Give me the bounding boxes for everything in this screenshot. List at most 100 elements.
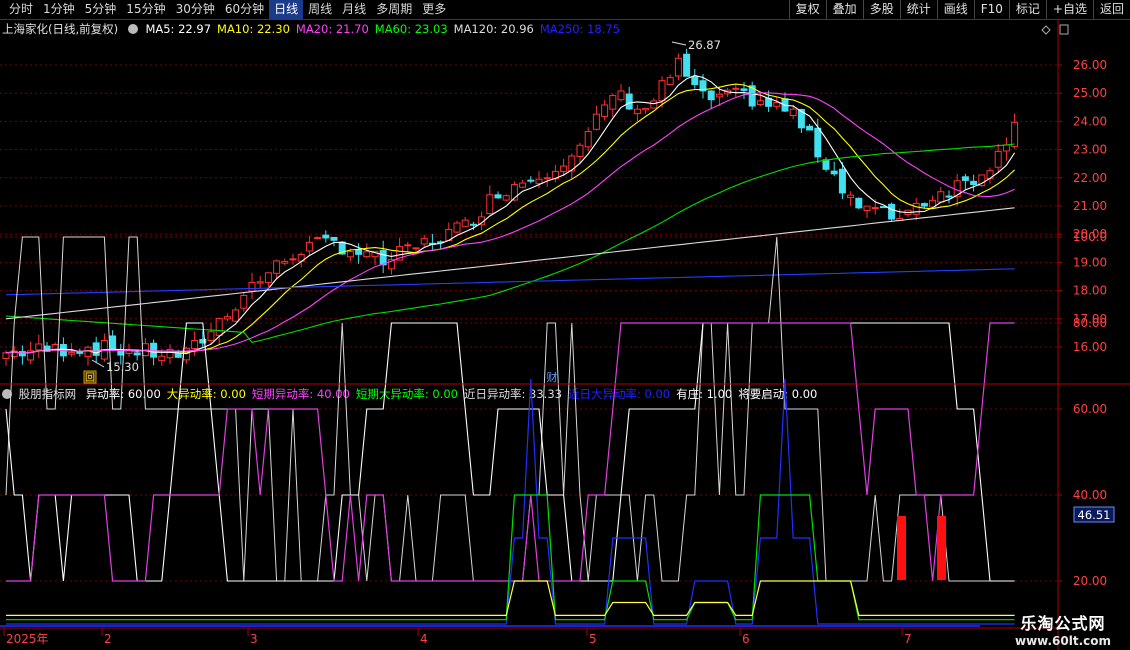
candle-body (141, 343, 149, 356)
candle-body (863, 205, 871, 212)
watermark: 乐淘公式网 www.60lt.com (1000, 614, 1126, 648)
candle-body (35, 343, 43, 351)
candle-body (822, 159, 830, 170)
candle-body (494, 194, 502, 199)
date-tick-label: 6 (742, 632, 750, 646)
candle-body (379, 250, 387, 266)
candle-body (543, 177, 551, 180)
start-signal-bar (897, 516, 906, 580)
ma120-line (5, 207, 1015, 320)
candle-body (76, 351, 84, 354)
candle-body (363, 251, 371, 258)
indicator-tick-label: 40.00 (1073, 488, 1107, 502)
date-tick-label: 2 (104, 632, 112, 646)
candle-body (970, 180, 978, 185)
candle-body (658, 80, 666, 102)
candle-body (666, 77, 674, 85)
recent-big-anomaly-line (6, 378, 1015, 625)
candle-body (642, 107, 650, 111)
candle-body (109, 335, 117, 351)
diamond-icon (1041, 25, 1051, 35)
candle-body (847, 194, 855, 199)
candle-body (2, 352, 10, 359)
candle-body (404, 244, 412, 247)
candle-body (527, 179, 535, 182)
candlestick-chart: 26.8715.30回财 (2, 38, 1019, 384)
price-tick-label: 26.00 (1073, 58, 1107, 72)
candle-body (355, 249, 363, 255)
ma5-line (5, 74, 1016, 355)
candle-body (584, 130, 592, 148)
ma60-line (5, 143, 1015, 344)
indicator-cursor-value: 46.51 (1078, 508, 1111, 522)
candle-body (461, 219, 469, 227)
candle-body (994, 150, 1002, 168)
short-term-big-anomaly-line (6, 494, 1015, 621)
watermark-title: 乐淘公式网 (1020, 614, 1106, 633)
candle-body (256, 281, 264, 284)
candle-body (625, 93, 633, 110)
candle-body (207, 331, 215, 341)
candle-body (912, 202, 920, 215)
ma10-line (5, 83, 1015, 354)
candle-body (871, 207, 879, 210)
candle-body (674, 57, 682, 77)
candle-body (715, 93, 723, 98)
moving-average-lines (5, 74, 1016, 355)
date-tick-label: 4 (420, 632, 428, 646)
candle-body (683, 53, 691, 77)
candle-body (879, 206, 887, 209)
candle-body (453, 222, 461, 233)
price-tick-label: 23.00 (1073, 143, 1107, 157)
price-tick-label: 22.00 (1073, 171, 1107, 185)
candle-body (240, 294, 248, 309)
candle-body (937, 191, 945, 203)
candle-body (314, 237, 322, 240)
candle-body (223, 316, 231, 320)
price-tick-label: 16.00 (1073, 340, 1107, 354)
event-marker-text: 回 (85, 372, 95, 384)
candle-body (84, 346, 92, 358)
candle-body (330, 236, 338, 241)
indicator-tick-label: 100.0 (1073, 230, 1107, 244)
candle-body (412, 247, 420, 250)
candle-body (888, 203, 896, 220)
window-icon (1059, 24, 1069, 35)
candle-body (264, 272, 272, 283)
candle-body (756, 100, 764, 106)
candle-body (740, 88, 748, 91)
candle-body (830, 170, 838, 175)
candle-body (814, 127, 822, 158)
candle-body (576, 144, 584, 157)
candle-body (117, 350, 125, 356)
candle-body (732, 87, 740, 90)
candle-body (158, 355, 166, 362)
candle-body (633, 108, 641, 115)
candle-body (1011, 121, 1019, 147)
price-tick-label: 19.00 (1073, 255, 1107, 269)
candle-body (68, 352, 76, 355)
candle-body (346, 251, 354, 258)
high-price-label: 26.87 (688, 38, 721, 52)
candle-body (773, 102, 781, 107)
date-tick-label: 2025年 (6, 632, 49, 646)
indicator-chart (0, 236, 1015, 627)
low-price-pointer (91, 359, 105, 368)
candle-body (617, 90, 625, 101)
finance-marker: 财 (547, 370, 558, 384)
candle-body (273, 260, 281, 274)
candle-body (420, 238, 428, 245)
candle-body (322, 234, 330, 239)
candle-body (838, 168, 846, 194)
date-tick-label: 7 (904, 632, 912, 646)
watermark-url: www.60lt.com (1014, 634, 1112, 648)
candle-body (961, 176, 969, 181)
indicator-tick-label: 60.00 (1073, 402, 1107, 416)
candle-body (650, 100, 658, 109)
candle-body (535, 178, 543, 185)
candle-body (691, 76, 699, 86)
candle-body (305, 241, 313, 252)
candle-body (707, 90, 715, 101)
price-tick-label: 21.00 (1073, 199, 1107, 213)
stock-chart[interactable]: 26.8715.30回财 26.0025.0024.0023.0022.0021… (0, 0, 1130, 650)
